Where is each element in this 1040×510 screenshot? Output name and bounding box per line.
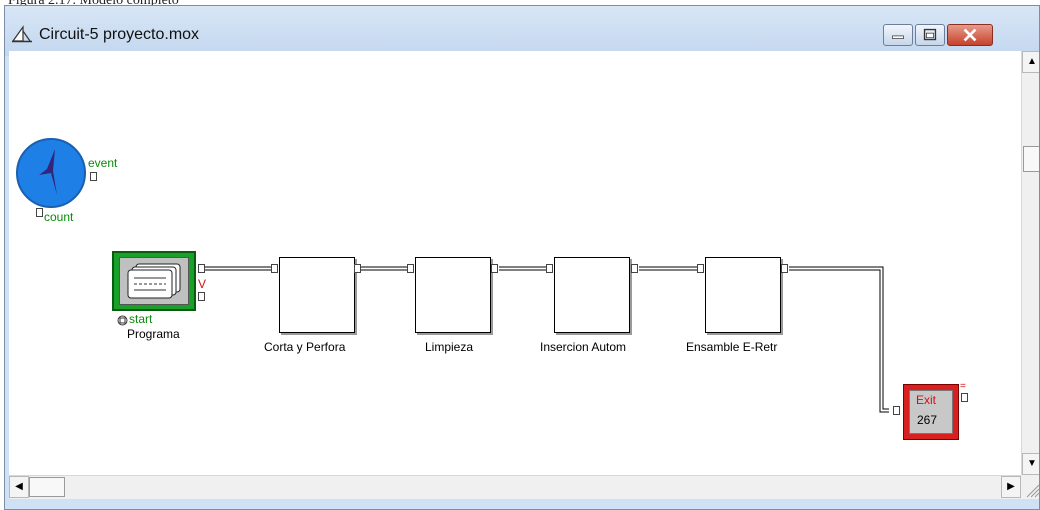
scroll-right-button[interactable]: ▶ bbox=[1001, 476, 1021, 498]
activity-4-label: Ensamble E-Retr bbox=[686, 340, 778, 354]
vertical-scrollbar[interactable]: ▲ ▼ bbox=[1021, 51, 1039, 475]
scroll-left-button[interactable]: ◀ bbox=[9, 476, 29, 498]
activity-1-input-port[interactable] bbox=[271, 264, 278, 273]
activity-2-label: Limpieza bbox=[425, 340, 474, 354]
timer-event-label: event bbox=[88, 156, 118, 170]
close-button[interactable] bbox=[947, 24, 993, 46]
activity-3-output-port[interactable] bbox=[631, 264, 638, 273]
activity-3-input-port[interactable] bbox=[546, 264, 553, 273]
program-v-label: V bbox=[198, 277, 207, 291]
maximize-button[interactable] bbox=[915, 24, 945, 46]
exit-count: 267 bbox=[917, 413, 938, 427]
activity-1-label: Corta y Perfora bbox=[264, 340, 346, 354]
minimize-icon bbox=[892, 35, 904, 39]
resize-grip[interactable] bbox=[1021, 475, 1039, 499]
activity-1-block[interactable] bbox=[279, 257, 355, 333]
status-strip bbox=[9, 499, 1039, 509]
horizontal-scroll-thumb[interactable] bbox=[29, 477, 65, 497]
activity-2-output-port[interactable] bbox=[491, 264, 498, 273]
exit-input-port[interactable] bbox=[893, 406, 900, 415]
activity-2-input-port[interactable] bbox=[407, 264, 414, 273]
scroll-down-button[interactable]: ▼ bbox=[1022, 453, 1039, 475]
activity-4-output-port[interactable] bbox=[781, 264, 788, 273]
activity-3-label: Insercion Autom bbox=[540, 340, 627, 354]
paper-stack-icon bbox=[127, 263, 181, 299]
window-title: Circuit-5 proyecto.mox bbox=[39, 26, 200, 43]
activity-2-block[interactable] bbox=[415, 257, 491, 333]
exit-equals-mark: = bbox=[960, 381, 966, 392]
activity-4-input-port[interactable] bbox=[697, 264, 704, 273]
timer-count-label: count bbox=[44, 210, 74, 224]
program-block[interactable] bbox=[112, 251, 196, 311]
program-output-port[interactable] bbox=[198, 264, 205, 273]
timer-block-icon[interactable] bbox=[15, 137, 87, 209]
timer-count-port[interactable] bbox=[36, 208, 43, 217]
vertical-scroll-thumb[interactable] bbox=[1023, 146, 1039, 172]
activity-1-output-port[interactable] bbox=[354, 264, 361, 273]
model-canvas[interactable]: event count V start Programa Corta y Per… bbox=[9, 51, 1021, 475]
restore-icon bbox=[923, 28, 937, 41]
activity-4-block[interactable] bbox=[705, 257, 781, 333]
resize-grip-icon bbox=[1026, 484, 1039, 498]
close-icon bbox=[963, 28, 977, 42]
program-start-label: start bbox=[129, 312, 153, 326]
scroll-up-button[interactable]: ▲ bbox=[1022, 51, 1039, 73]
exit-block[interactable]: Exit 267 bbox=[903, 384, 959, 440]
title-bar[interactable]: Circuit-5 proyecto.mox bbox=[5, 6, 1039, 56]
model-window: Circuit-5 proyecto.mox event count V sta… bbox=[4, 5, 1040, 510]
app-icon bbox=[11, 25, 32, 43]
program-label: Programa bbox=[127, 327, 180, 341]
exit-output-port[interactable] bbox=[961, 393, 968, 402]
activity-3-block[interactable] bbox=[554, 257, 630, 333]
horizontal-scrollbar[interactable]: ◀ ▶ bbox=[9, 475, 1021, 499]
exit-label: Exit bbox=[916, 393, 937, 407]
timer-event-port[interactable] bbox=[90, 172, 97, 181]
minimize-button[interactable] bbox=[883, 24, 913, 46]
start-connector-icon[interactable] bbox=[117, 315, 128, 326]
program-v-port[interactable] bbox=[198, 292, 205, 301]
